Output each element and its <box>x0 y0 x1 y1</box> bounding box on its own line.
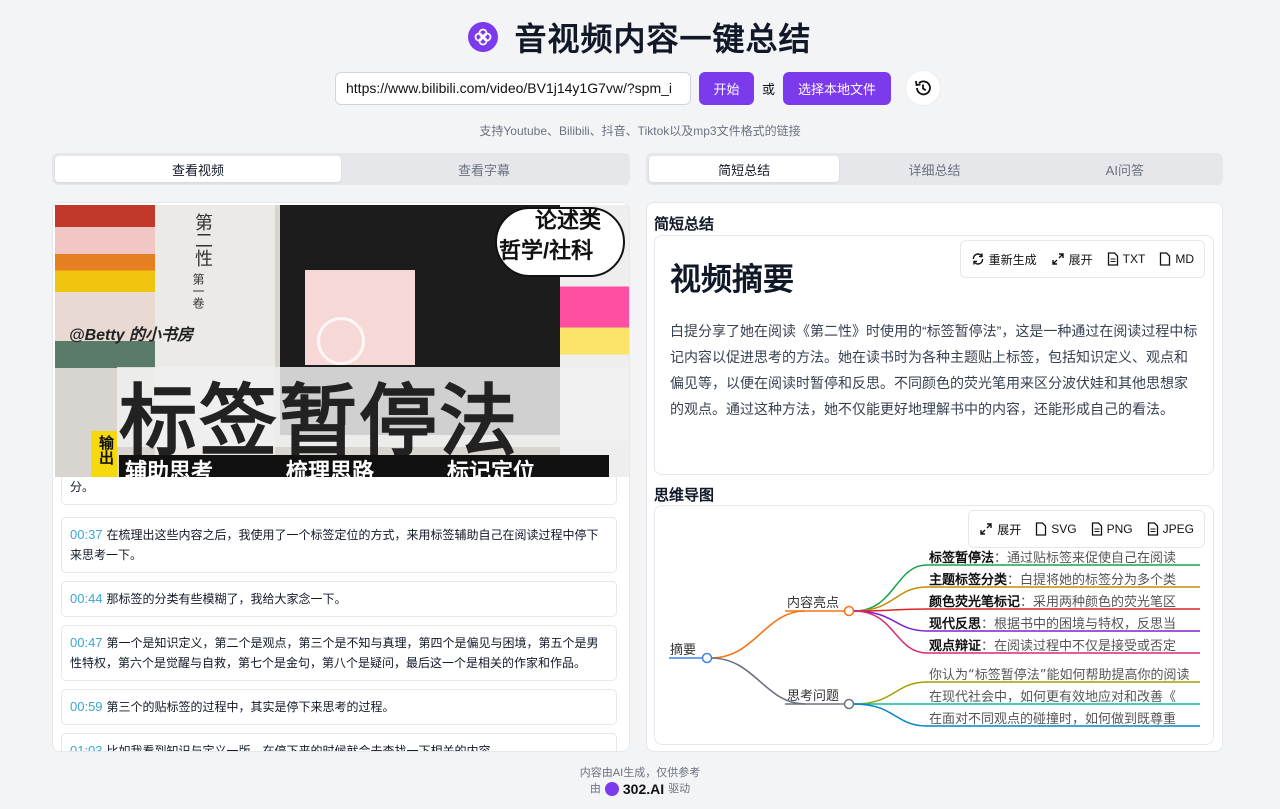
footer-prefix: 由 <box>589 783 601 795</box>
video-top-text: 论述类 <box>535 208 602 233</box>
url-input[interactable] <box>335 71 691 105</box>
summary-toolbar: 重新生成 展开 TXT MD <box>959 240 1205 278</box>
transcript-text: 第三个的贴标签的过程中，其实是停下来思考的过程。 <box>106 700 395 714</box>
md-button[interactable]: MD <box>1159 252 1194 266</box>
mindmap-leaf[interactable]: 观点辩证：在阅读过程中不仅是接受或否定 <box>929 638 1176 654</box>
mindmap-root[interactable]: 摘要 <box>670 642 696 658</box>
transcript-timestamp[interactable]: 01:03 <box>70 743 103 751</box>
mindmap-leaf[interactable]: 在面对不同观点的碰撞时，如何做到既尊重 <box>929 711 1176 727</box>
mindmap-leaf[interactable]: 标签暂停法：通过贴标签来促使自己在阅读 <box>928 550 1176 566</box>
video-bottom-bar: 辅助思考 梳理思路 标记定位 <box>119 455 609 477</box>
transcript-text: 第一个是知识定义，第二个是观点，第三个是不知与真理，第四个是偏见与困境，第五个是… <box>70 636 599 670</box>
mindmap-canvas[interactable]: 摘要 内容亮点 思考问题 标签暂停法：通过贴标签来促使自己在阅读主题标签分类：白… <box>655 506 1214 745</box>
summary-heading: 视频摘要 <box>670 262 794 297</box>
video-bottom-item: 辅助思考 <box>125 459 214 477</box>
mindmap-title: 思维导图 <box>654 487 715 504</box>
transcript-text: 在梳理出这些内容之后，我使用了一个标签定位的方式，来用标签辅助自己在阅读过程中停… <box>70 528 599 562</box>
transcript-item[interactable]: 01:03 比如我看到知识与定义一版，在停下来的时候就会去查找一下相关的内容。 <box>61 733 617 752</box>
tab-detailed-summary[interactable]: 详细总结 <box>839 156 1029 182</box>
video-book-sub: 第一卷 <box>191 273 205 309</box>
regenerate-label: 重新生成 <box>988 252 1037 267</box>
video-bottom-item: 标记定位 <box>447 459 536 477</box>
footer-brand-link[interactable]: 302.AI <box>623 781 664 797</box>
transcript-item[interactable]: 分。 <box>61 477 617 505</box>
mindmap-branch-content[interactable]: 内容亮点 <box>787 595 839 611</box>
file-icon <box>1107 252 1118 266</box>
history-button[interactable] <box>905 70 942 106</box>
transcript-item[interactable]: 00:47 第一个是知识定义，第二个是观点，第三个是不知与真理，第四个是偏见与困境… <box>61 625 617 681</box>
footer-suffix: 驱动 <box>668 783 691 795</box>
mindmap-branch-questions[interactable]: 思考问题 <box>787 689 839 704</box>
video-side-label: 输出 <box>97 435 114 465</box>
transcript-text: 分。 <box>70 480 95 494</box>
local-file-button[interactable]: 选择本地文件 <box>783 71 892 105</box>
transcript-text: 那标签的分类有些模糊了，我给大家念一下。 <box>106 592 347 606</box>
app-header: 音视频内容一键总结 <box>0 14 1280 60</box>
md-label: MD <box>1175 252 1194 266</box>
transcript-text: 比如我看到知识与定义一版，在停下来的时候就会去查找一下相关的内容。 <box>106 744 503 752</box>
url-row: 开始 或 选择本地文件 <box>335 70 942 106</box>
transcript-list[interactable]: 分。 00:37 在梳理出这些内容之后，我使用了一个标签定位的方式，来用标签辅助自… <box>53 477 629 752</box>
summary-card: 视频摘要 重新生成 展开 TXT MD 白提分享了她在阅读《第二性》时使用的“标… <box>654 235 1214 475</box>
video-top-text2: 哲学/社科 <box>499 238 594 263</box>
brief-summary-title: 简短总结 <box>654 216 715 233</box>
play-indicator <box>317 317 365 365</box>
file-icon <box>1160 252 1171 266</box>
txt-button[interactable]: TXT <box>1107 252 1146 266</box>
tab-ai-qa[interactable]: AI问答 <box>1030 156 1220 182</box>
txt-label: TXT <box>1122 252 1146 266</box>
video-bottom-item: 梳理思路 <box>286 459 375 477</box>
left-tabs: 查看视频 查看字幕 <box>52 153 630 185</box>
tab-view-subtitles[interactable]: 查看字幕 <box>341 156 627 182</box>
mindmap-leaf[interactable]: 现代反思：根据书中的困境与特权，反思当 <box>929 616 1176 632</box>
expand-label: 展开 <box>1068 252 1093 267</box>
transcript-timestamp[interactable]: 00:59 <box>70 699 103 714</box>
footer-disclaimer: 内容由AI生成，仅供参考 <box>579 767 701 779</box>
transcript-item[interactable]: 00:44 那标签的分类有些模糊了，我给大家念一下。 <box>61 581 617 617</box>
tab-view-video[interactable]: 查看视频 <box>55 156 341 182</box>
mindmap-card[interactable]: 展开 SVG PNG JPEG 摘要 内容亮点 思考问题 标签暂停法：通过贴标签… <box>654 505 1214 745</box>
video-author-tag: @Betty 的小书房 <box>69 327 194 344</box>
mindmap-leaf[interactable]: 颜色荧光笔标记：采用两种颜色的荧光笔区 <box>929 594 1176 610</box>
app-logo-icon <box>468 22 499 52</box>
video-panel: 第二性 第一卷 论述类 哲学/社科 @Betty 的小书房 标签暂停法 输出 辅… <box>52 202 630 752</box>
tab-brief-summary[interactable]: 简短总结 <box>649 156 840 182</box>
transcript-item[interactable]: 00:59 第三个的贴标签的过程中，其实是停下来思考的过程。 <box>61 689 617 725</box>
brand-logo-icon <box>604 782 619 796</box>
expand-icon <box>1051 253 1064 265</box>
footer: 内容由AI生成，仅供参考 由 302.AI 驱动 <box>0 765 1280 797</box>
mindmap-leaf[interactable]: 主题标签分类：白提将她的标签分为多个类 <box>929 572 1176 588</box>
expand-button[interactable]: 展开 <box>1051 251 1093 268</box>
history-icon <box>915 80 931 96</box>
support-text: 支持Youtube、Bilibili、抖音、Tiktok以及mp3文件格式的链接 <box>479 124 801 138</box>
transcript-timestamp[interactable]: 00:44 <box>70 591 103 606</box>
start-button[interactable]: 开始 <box>699 71 754 105</box>
mindmap-leaf[interactable]: 你认为“标签暂停法”能如何帮助提高你的阅读 <box>929 667 1189 683</box>
transcript-timestamp[interactable]: 00:47 <box>70 635 103 650</box>
summary-text: 白提分享了她在阅读《第二性》时使用的“标签暂停法”，这是一种通过在阅读过程中标记… <box>670 323 1198 417</box>
transcript-item[interactable]: 00:37 在梳理出这些内容之后，我使用了一个标签定位的方式，来用标签辅助自己在阅… <box>61 517 617 573</box>
right-tabs: 简短总结 详细总结 AI问答 <box>646 153 1223 185</box>
summary-panel: 简短总结 视频摘要 重新生成 展开 TXT MD 白提分享了她在阅读《第二性》时… <box>646 202 1223 752</box>
mindmap-leaf[interactable]: 在现代社会中，如何更有效地应对和改善《 <box>929 689 1176 705</box>
video-player[interactable]: 第二性 第一卷 论述类 哲学/社科 @Betty 的小书房 标签暂停法 输出 辅… <box>55 205 629 477</box>
refresh-icon <box>972 253 983 265</box>
video-book-label: 第二性 <box>193 213 213 267</box>
or-label: 或 <box>762 81 776 97</box>
page-title: 音视频内容一键总结 <box>514 21 812 57</box>
regenerate-button[interactable]: 重新生成 <box>971 251 1037 268</box>
transcript-timestamp[interactable]: 00:37 <box>70 527 103 542</box>
